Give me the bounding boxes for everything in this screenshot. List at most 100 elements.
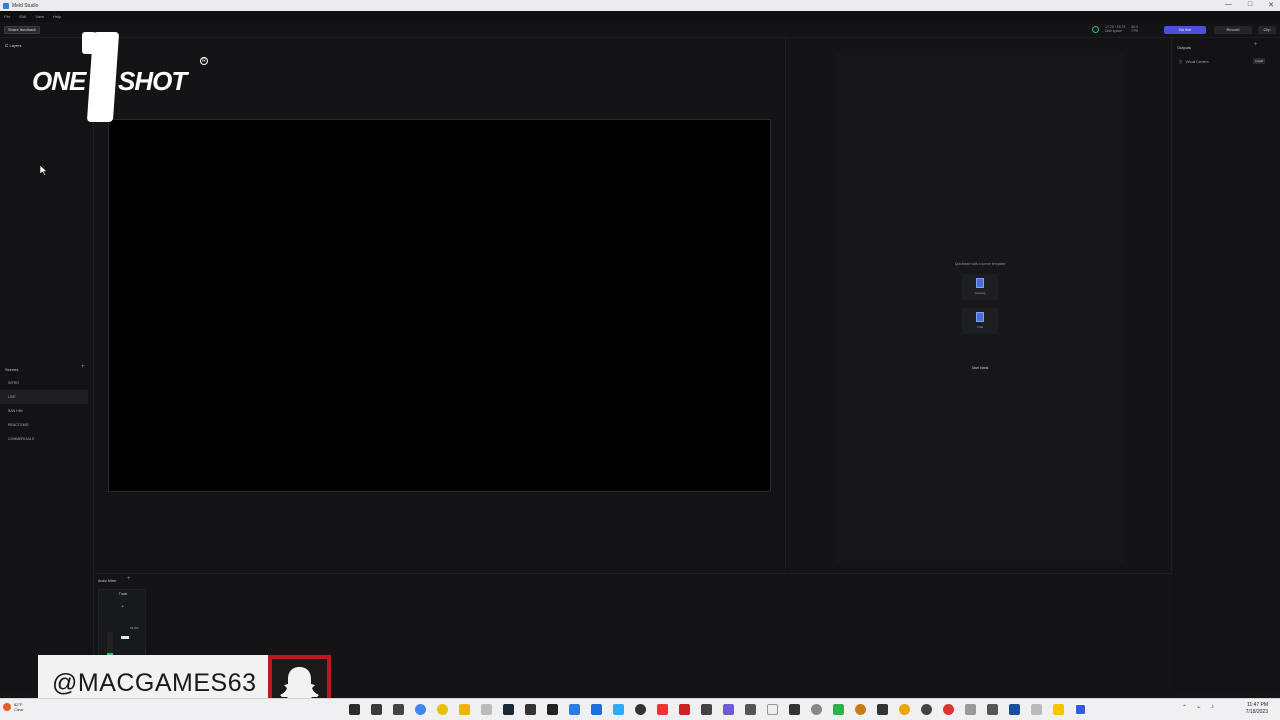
mute-button[interactable]: MUTE (130, 626, 139, 630)
menu-file[interactable]: File (4, 14, 10, 19)
virtual-camera-row[interactable]: ◫ Virtual Camera Install (1179, 58, 1273, 65)
layers-header: ⊏ Layers (5, 43, 21, 48)
virtual-camera-label: Virtual Camera (1185, 59, 1209, 64)
taskbar-app-icon[interactable] (349, 704, 360, 715)
taskbar-app-icon[interactable] (679, 704, 690, 715)
scene-item-commercials[interactable]: COMMERCIALS (0, 432, 94, 446)
performance-stats: 17.76 / 18.78 Disk space 60.0 FPS (1092, 25, 1138, 33)
scene-canvas[interactable] (108, 119, 771, 492)
taskbar-app-icon[interactable] (437, 704, 448, 715)
menu-edit[interactable]: Edit (19, 14, 26, 19)
scenes-title: Scenes (5, 367, 19, 372)
taskbar-app-icon[interactable] (701, 704, 712, 715)
close-button[interactable]: ✕ (1268, 1, 1274, 9)
weather-widget[interactable]: 82°F Clear (14, 702, 24, 712)
go-live-button[interactable]: Go live (1164, 26, 1206, 34)
taskbar-app-icon[interactable] (525, 704, 536, 715)
menu-bar: File Edit View Help (0, 11, 1280, 22)
windows-taskbar: 82°F Clear ⌃ ⌁ ♪ 11:47 PM 7/18/2023 (0, 698, 1280, 720)
one-shot-logo: ONE SHOT R (30, 30, 212, 124)
template-gaming-label: Gaming (974, 291, 986, 295)
maximize-button[interactable]: □ (1248, 1, 1252, 9)
add-output-icon[interactable]: + (1254, 42, 1258, 48)
taskbar-app-icon[interactable] (657, 704, 668, 715)
scene-item-live[interactable]: LIVE (0, 390, 88, 404)
add-track-source-icon[interactable]: + (121, 604, 124, 610)
meld-taskbar-icon[interactable] (1075, 704, 1086, 715)
install-button[interactable]: Install (1253, 58, 1265, 64)
template-gaming-thumbnail (976, 278, 984, 288)
camera-icon: ◫ (1179, 59, 1183, 64)
scenes-list: INTRO LIVE BAN HIM REACTIONS COMMERCIALS (0, 376, 94, 446)
audio-track: Track + MUTE (98, 589, 146, 664)
weather-desc: Clear (14, 707, 24, 712)
record-button[interactable]: Record (1214, 26, 1252, 34)
taskbar-app-icon[interactable] (393, 704, 404, 715)
left-sidebar: ⊏ Layers Scenes + INTRO LIVE BAN HIM REA… (0, 38, 94, 693)
taskbar-app-icon[interactable] (723, 704, 734, 715)
scene-item-intro[interactable]: INTRO (0, 376, 94, 390)
taskbar-app-icon[interactable] (371, 704, 382, 715)
taskbar-app-icon[interactable] (745, 704, 756, 715)
taskbar-app-icon[interactable] (1053, 704, 1064, 715)
template-heading: Quickstart with a scene template (954, 262, 1006, 266)
taskbar-app-icon[interactable] (899, 704, 910, 715)
taskbar-app-icon[interactable] (591, 704, 602, 715)
taskbar-app-icon[interactable] (481, 704, 492, 715)
tray-volume-icon[interactable]: ♪ (1211, 704, 1214, 710)
window-title: Meld Studio (12, 2, 39, 9)
scene-item-reactions[interactable]: REACTIONS (0, 418, 94, 432)
taskbar-app-icon[interactable] (569, 704, 580, 715)
steam-icon[interactable] (503, 704, 514, 715)
template-chat-thumbnail (976, 312, 984, 322)
track-label: Track (118, 592, 128, 596)
taskbar-app-icon[interactable] (789, 704, 800, 715)
registered-icon: R (200, 57, 208, 65)
taskbar-app-icon[interactable] (855, 704, 866, 715)
taskbar-app-icon[interactable] (965, 704, 976, 715)
chrome-icon[interactable] (415, 704, 426, 715)
menu-view[interactable]: View (35, 14, 44, 19)
add-audio-icon[interactable]: + (127, 576, 131, 582)
disk-status-icon (1092, 25, 1099, 33)
menu-help[interactable]: Help (53, 14, 61, 19)
taskbar-app-icon[interactable] (833, 704, 844, 715)
taskbar-app-icon[interactable] (811, 704, 822, 715)
logo-text-shot: SHOT (118, 66, 187, 96)
taskbar-app-icon[interactable] (943, 704, 954, 715)
layers-title: Layers (9, 43, 22, 48)
taskbar-app-icon[interactable] (547, 704, 558, 715)
taskbar-app-icon[interactable] (1009, 704, 1020, 715)
taskbar-app-icon[interactable] (1031, 704, 1042, 715)
disk-label: Disk space (1105, 29, 1123, 33)
system-clock[interactable]: 11:47 PM 7/18/2023 (1246, 702, 1268, 716)
start-blank-link[interactable]: Start blank (836, 366, 1124, 370)
clip-button[interactable]: Clip (1258, 26, 1276, 34)
taskbar-app-icon[interactable] (921, 704, 932, 715)
volume-fader[interactable] (121, 636, 129, 639)
social-handle-text: @MACGAMES63 (52, 669, 257, 697)
file-explorer-icon[interactable] (459, 704, 470, 715)
tray-chevron-icon[interactable]: ⌃ (1182, 704, 1187, 711)
minimize-button[interactable]: — (1225, 1, 1232, 9)
taskbar-app-icon[interactable] (877, 704, 888, 715)
window-titlebar: Meld Studio — □ ✕ (0, 0, 1280, 11)
logo-text-one: ONE (32, 66, 86, 96)
taskbar-app-icon[interactable] (767, 704, 778, 715)
weather-icon (3, 703, 11, 711)
taskbar-app-icon[interactable] (635, 704, 646, 715)
tray-network-icon[interactable]: ⌁ (1197, 704, 1201, 711)
scene-item-ban-him[interactable]: BAN HIM (0, 404, 94, 418)
template-chat-label: Chat (976, 325, 984, 329)
add-scene-icon[interactable]: + (81, 364, 85, 370)
clock-date: 7/18/2023 (1245, 709, 1268, 715)
template-gaming[interactable]: Gaming (962, 274, 998, 300)
taskbar-app-icon[interactable] (987, 704, 998, 715)
template-chat[interactable]: Chat (962, 308, 998, 334)
mouse-cursor-icon (40, 165, 48, 176)
fps-label: FPS (1131, 29, 1139, 33)
photoshop-icon[interactable] (613, 704, 624, 715)
clock-time: 11:47 PM (1246, 702, 1268, 708)
meld-app-icon (3, 2, 9, 9)
templates-panel: Quickstart with a scene template Gaming … (785, 38, 1172, 572)
